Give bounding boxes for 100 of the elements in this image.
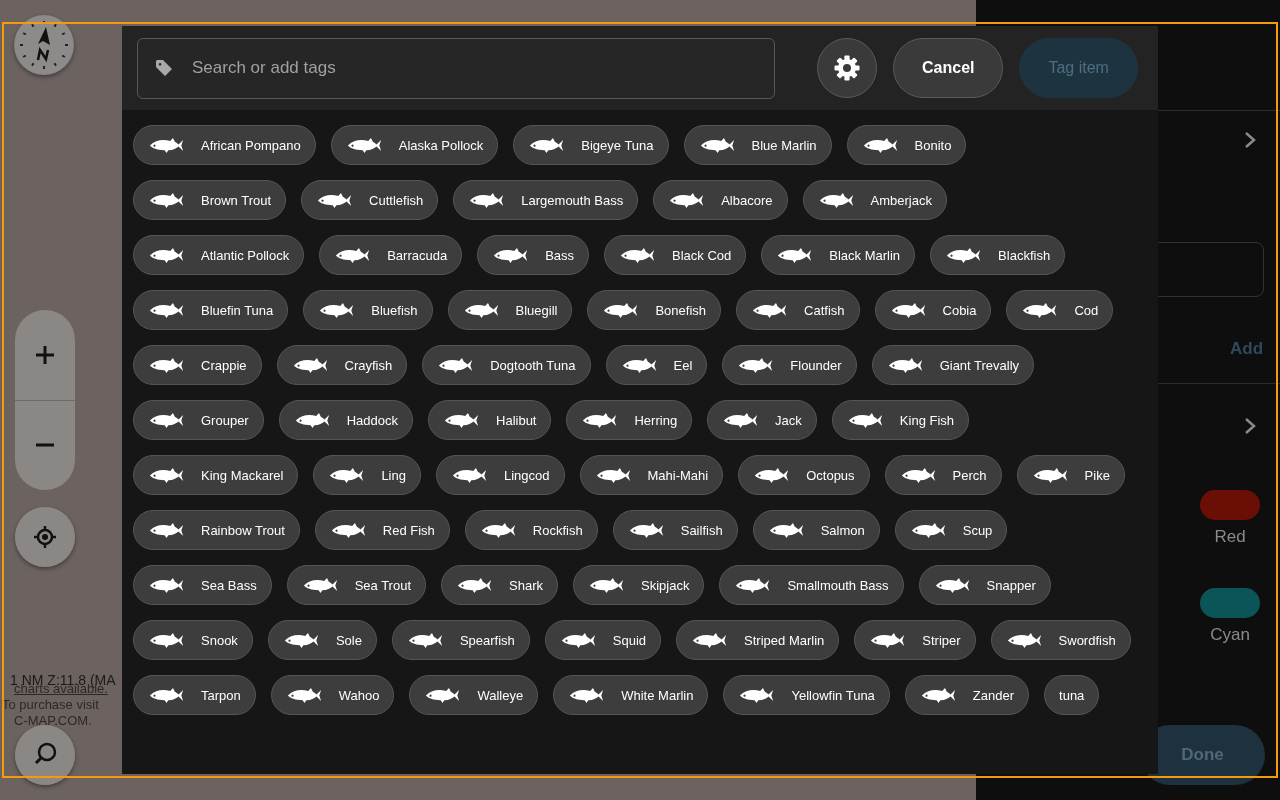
- tag-chip[interactable]: Ling: [313, 455, 421, 495]
- tag-chip[interactable]: Bluefish: [303, 290, 433, 330]
- tag-chip[interactable]: Wahoo: [270, 675, 395, 715]
- tag-chip[interactable]: Bigeye Tuna: [513, 125, 669, 165]
- fish-icon: [148, 356, 185, 374]
- tag-chip[interactable]: Black Cod: [604, 235, 747, 275]
- tag-chip[interactable]: Shark: [441, 565, 558, 605]
- tag-chip[interactable]: Lingcod: [435, 455, 565, 495]
- tag-chip[interactable]: Red Fish: [314, 510, 450, 550]
- fish-icon: [328, 466, 366, 484]
- tag-chip[interactable]: Squid: [544, 620, 662, 660]
- tag-chip[interactable]: African Pompano: [133, 125, 316, 165]
- tag-chip[interactable]: Eel: [605, 345, 708, 385]
- tag-chip[interactable]: Pike: [1016, 455, 1125, 495]
- tag-chip[interactable]: Blue Marlin: [683, 125, 832, 165]
- tag-chip[interactable]: Dogtooth Tuna: [422, 345, 591, 385]
- tag-chip[interactable]: Scup: [894, 510, 1008, 550]
- tag-chip[interactable]: Sea Trout: [286, 565, 427, 605]
- tag-chip[interactable]: Brown Trout: [133, 180, 287, 220]
- tag-chip[interactable]: tuna: [1044, 675, 1100, 715]
- fish-icon: [1005, 631, 1043, 649]
- tag-chip[interactable]: Tarpon: [133, 675, 256, 715]
- tag-chip[interactable]: Bonefish: [587, 290, 722, 330]
- tag-chip[interactable]: Blackfish: [930, 235, 1066, 275]
- tag-chip[interactable]: Largemouth Bass: [453, 180, 639, 220]
- tag-chip[interactable]: Halibut: [428, 400, 552, 440]
- tag-chip[interactable]: Bonito: [846, 125, 967, 165]
- tag-chip[interactable]: Amberjack: [802, 180, 947, 220]
- tag-chip[interactable]: Salmon: [752, 510, 880, 550]
- search-button[interactable]: [15, 725, 75, 785]
- tag-chip[interactable]: Zander: [904, 675, 1030, 715]
- tag-chip[interactable]: Giant Trevally: [871, 345, 1035, 385]
- fish-icon: [148, 136, 185, 154]
- tag-chip[interactable]: Alaska Pollock: [330, 125, 499, 165]
- fish-icon: [776, 246, 814, 264]
- tag-chip[interactable]: Rainbow Trout: [133, 510, 300, 550]
- tag-chip[interactable]: Barracuda: [319, 235, 463, 275]
- tag-chip[interactable]: Swordfish: [990, 620, 1131, 660]
- settings-icon: [834, 55, 860, 81]
- tag-chip[interactable]: Herring: [566, 400, 693, 440]
- tag-chip[interactable]: Snapper: [918, 565, 1051, 605]
- tag-chip[interactable]: Bluegill: [447, 290, 573, 330]
- fish-icon: [462, 301, 500, 319]
- tag-chip[interactable]: Black Marlin: [761, 235, 916, 275]
- tag-chip[interactable]: Mahi-Mahi: [579, 455, 724, 495]
- tag-chip[interactable]: Catfish: [736, 290, 860, 330]
- fish-icon: [817, 191, 855, 209]
- fish-icon: [568, 686, 606, 704]
- fish-icon: [334, 246, 372, 264]
- fish-icon: [602, 301, 640, 319]
- tag-chip[interactable]: Striped Marlin: [676, 620, 840, 660]
- tag-chip[interactable]: Crappie: [133, 345, 262, 385]
- tag-chip[interactable]: Cobia: [874, 290, 992, 330]
- tag-chip[interactable]: Crayfish: [276, 345, 408, 385]
- tag-chip[interactable]: Yellowfin Tuna: [723, 675, 890, 715]
- search-field[interactable]: Search or add tags: [137, 37, 775, 99]
- locate-button[interactable]: [15, 507, 75, 567]
- fish-icon: [668, 191, 706, 209]
- tag-chip[interactable]: Cod: [1006, 290, 1114, 330]
- compass-icon[interactable]: [14, 15, 74, 75]
- cancel-button[interactable]: Cancel: [893, 38, 1004, 98]
- color-swatch[interactable]: [1200, 490, 1260, 520]
- tag-chip[interactable]: Bluefin Tuna: [133, 290, 289, 330]
- tag-chip[interactable]: Walleye: [409, 675, 539, 715]
- tag-chip[interactable]: Sailfish: [612, 510, 738, 550]
- fish-icon: [1031, 466, 1069, 484]
- fish-icon: [945, 246, 983, 264]
- tag-chip[interactable]: Octopus: [738, 455, 870, 495]
- purchase-text: To purchase visit: [2, 697, 99, 712]
- tag-chip[interactable]: Albacore: [653, 180, 788, 220]
- tag-chip[interactable]: Rockfish: [464, 510, 598, 550]
- tag-chip[interactable]: Smallmouth Bass: [719, 565, 904, 605]
- color-swatch[interactable]: [1200, 588, 1260, 618]
- tag-chip[interactable]: King Fish: [831, 400, 970, 440]
- tag-chip[interactable]: Jack: [707, 400, 817, 440]
- tag-chip[interactable]: Perch: [884, 455, 1002, 495]
- tag-chip[interactable]: Sea Bass: [133, 565, 272, 605]
- tag-chip[interactable]: Haddock: [278, 400, 413, 440]
- fish-icon: [933, 576, 971, 594]
- tag-chip[interactable]: Striper: [854, 620, 976, 660]
- tag-chip[interactable]: Atlantic Pollock: [133, 235, 305, 275]
- fish-icon: [737, 356, 775, 374]
- tag-chip[interactable]: King Mackarel: [133, 455, 299, 495]
- fish-icon: [559, 631, 597, 649]
- tag-chip[interactable]: Cuttlefish: [301, 180, 439, 220]
- minus-icon: [35, 443, 55, 448]
- tag-chip[interactable]: Grouper: [133, 400, 264, 440]
- tag-chip[interactable]: Skipjack: [573, 565, 705, 605]
- tag-chip[interactable]: White Marlin: [553, 675, 709, 715]
- fish-icon: [301, 576, 339, 594]
- fish-icon: [909, 521, 947, 539]
- tag-chip[interactable]: Spearfish: [391, 620, 530, 660]
- tag-chip[interactable]: Flounder: [722, 345, 857, 385]
- tag-chip[interactable]: Sole: [267, 620, 377, 660]
- fish-icon: [846, 411, 884, 429]
- tag-chip[interactable]: Bass: [477, 235, 590, 275]
- fish-icon: [594, 466, 632, 484]
- tag-chip[interactable]: Snook: [133, 620, 253, 660]
- fish-icon: [148, 191, 185, 209]
- fish-icon: [148, 246, 185, 264]
